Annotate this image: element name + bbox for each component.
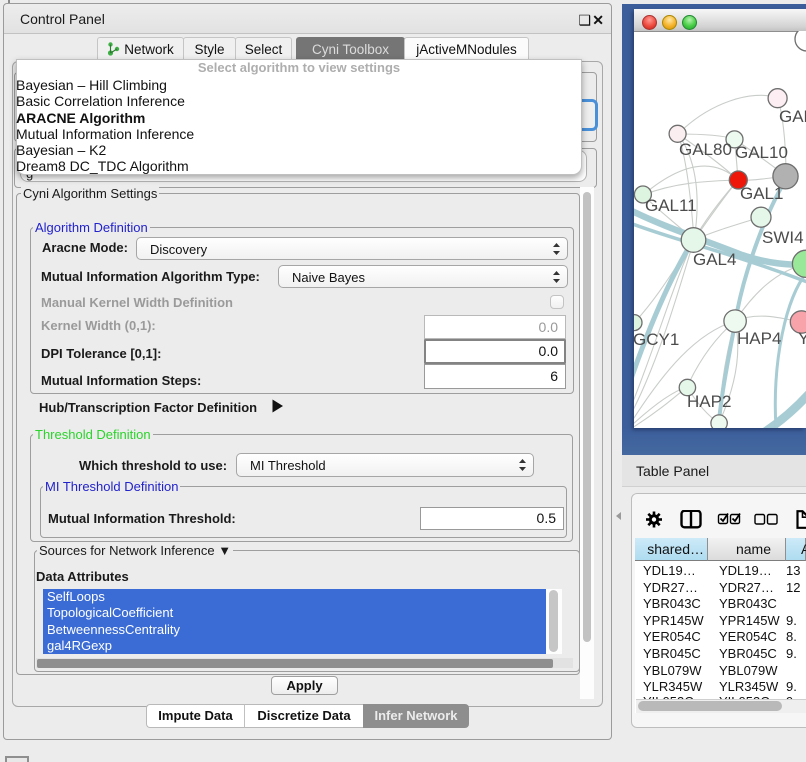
- svg-text:SWI4: SWI4: [762, 228, 804, 247]
- svg-text:HAP2: HAP2: [687, 392, 731, 411]
- svg-text:HAP4: HAP4: [737, 329, 781, 348]
- svg-text:GAL4: GAL4: [693, 250, 736, 269]
- svg-text:GAL10: GAL10: [735, 143, 788, 162]
- svg-text:Y: Y: [798, 329, 806, 348]
- svg-text:GAL80: GAL80: [679, 140, 732, 159]
- svg-text:GCY1: GCY1: [634, 330, 679, 349]
- svg-text:GAL11: GAL11: [645, 196, 697, 215]
- svg-text:GAL7: GAL7: [779, 107, 806, 126]
- svg-text:GAL1: GAL1: [740, 184, 783, 203]
